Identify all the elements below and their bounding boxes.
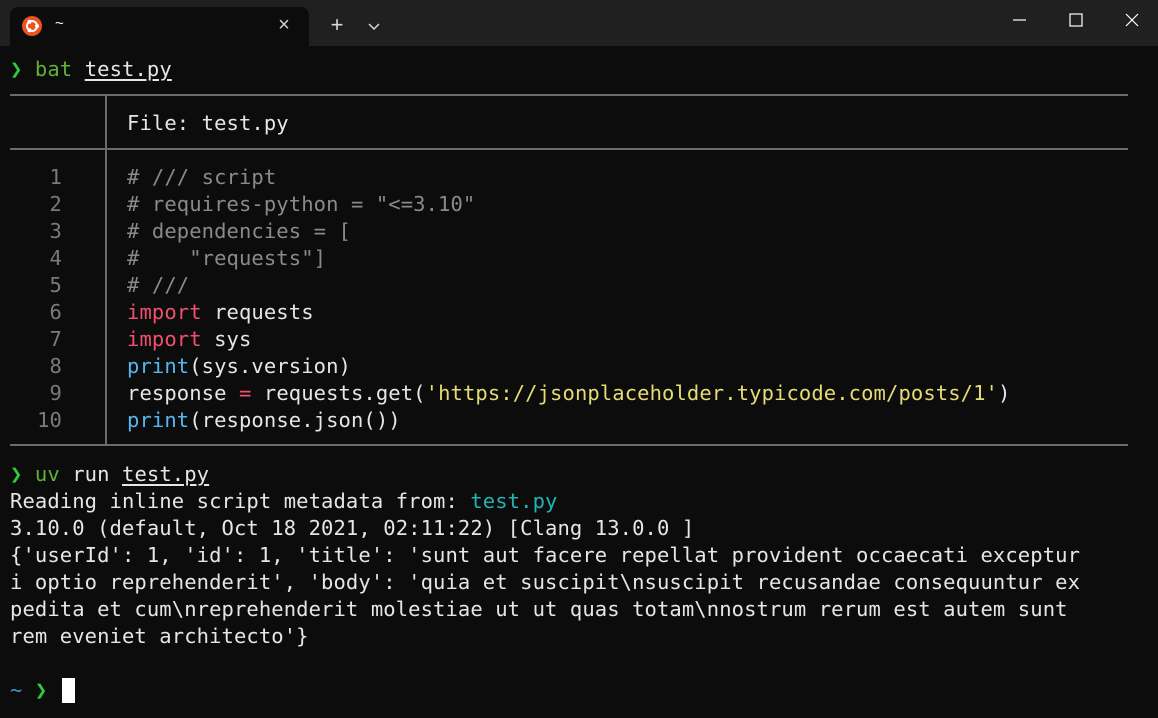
title-bar: ~ × +	[0, 0, 1158, 46]
line-number: 5	[49, 273, 62, 297]
code-token: requests.get(	[251, 381, 426, 405]
line-number: 4	[49, 246, 62, 270]
output-line: pedita et cum\nreprehenderit molestiae u…	[10, 597, 1068, 621]
close-icon[interactable]	[1104, 0, 1158, 40]
terminal[interactable]: ❯ bat test.py File: test.py 1 # /// scrip…	[10, 46, 1150, 718]
output-line: {'userId': 1, 'id': 1, 'title': 'sunt au…	[10, 543, 1081, 567]
output-reading-prefix: Reading inline script metadata from:	[10, 489, 471, 513]
code-line: # dependencies = [	[127, 218, 351, 245]
text-cursor	[62, 678, 75, 703]
code-token: requests	[201, 300, 314, 324]
tab-title: ~	[55, 15, 64, 32]
chevron-down-icon[interactable]	[364, 16, 384, 36]
code-line: # requires-python = "<=3.10"	[127, 191, 475, 218]
command-text: run	[59, 462, 123, 486]
output-line: 3.10.0 (default, Oct 18 2021, 02:11:22) …	[10, 516, 695, 540]
plus-icon[interactable]: +	[326, 14, 348, 36]
line-number: 9	[49, 381, 62, 405]
tab-home[interactable]: ~ ×	[10, 7, 309, 46]
code-line: import requests	[127, 299, 314, 326]
code-token: # "requests"]	[127, 246, 327, 270]
output-line: rem eveniet architecto'}	[10, 624, 309, 648]
code-line: response = requests.get('https://jsonpla…	[127, 380, 1010, 407]
code-token: )	[997, 381, 1011, 405]
close-icon[interactable]: ×	[274, 15, 294, 35]
line-number: 8	[49, 354, 62, 378]
prompt-directory: ~	[10, 678, 23, 702]
line-number: 10	[37, 408, 62, 432]
bat-bottom-rule	[10, 444, 1128, 446]
prompt-symbol: ❯	[10, 462, 23, 486]
command-program: uv	[34, 462, 60, 486]
command-line-uv: ❯ uv run test.py	[10, 461, 209, 488]
code-line: # ///	[127, 272, 189, 299]
line-number: 6	[49, 300, 62, 324]
prompt-symbol: ❯	[10, 57, 23, 81]
output-line: i optio reprehenderit', 'body': 'quia et…	[10, 570, 1081, 594]
code-token: (response.json())	[189, 408, 401, 432]
prompt-symbol: ❯	[34, 678, 48, 702]
maximize-icon[interactable]	[1048, 0, 1104, 40]
bat-header-divider	[105, 96, 107, 148]
bat-header-rule	[10, 148, 1128, 150]
command-program: bat	[34, 57, 73, 81]
output-reading-file: test.py	[470, 489, 558, 513]
code-token: (sys.version)	[189, 354, 351, 378]
code-line: print(sys.version)	[127, 353, 351, 380]
code-token: 'https://jsonplaceholder.typicode.com/po…	[425, 381, 998, 405]
code-token: # ///	[127, 273, 190, 297]
minimize-icon[interactable]	[992, 0, 1048, 40]
code-token: # requires-python = "<=3.10"	[127, 192, 476, 216]
code-line: print(response.json())	[127, 407, 401, 434]
code-line: import sys	[127, 326, 251, 353]
code-line: # /// script	[127, 164, 276, 191]
ubuntu-icon	[22, 16, 42, 36]
code-token: print	[127, 354, 190, 378]
bat-gutter-divider	[105, 150, 107, 444]
code-token: response	[127, 381, 239, 405]
bat-file-header: File: test.py	[127, 111, 289, 135]
command-line-bat: ❯ bat test.py	[10, 56, 172, 83]
command-argument: test.py	[122, 462, 210, 486]
code-token: import	[127, 327, 202, 351]
code-token: =	[238, 381, 252, 405]
line-number: 2	[49, 192, 62, 216]
command-argument: test.py	[84, 57, 172, 81]
code-token: sys	[201, 327, 252, 351]
final-prompt: ~ ❯	[10, 677, 47, 704]
line-number: 3	[49, 219, 62, 243]
line-number: 1	[49, 165, 62, 189]
output-reading-line: Reading inline script metadata from: tes…	[10, 488, 557, 515]
bat-top-rule	[10, 94, 1128, 96]
code-token: print	[127, 408, 190, 432]
code-token: # dependencies = [	[127, 219, 351, 243]
code-token: # /// script	[127, 165, 277, 189]
code-line: # "requests"]	[127, 245, 326, 272]
code-token: import	[127, 300, 202, 324]
line-number: 7	[49, 327, 62, 351]
